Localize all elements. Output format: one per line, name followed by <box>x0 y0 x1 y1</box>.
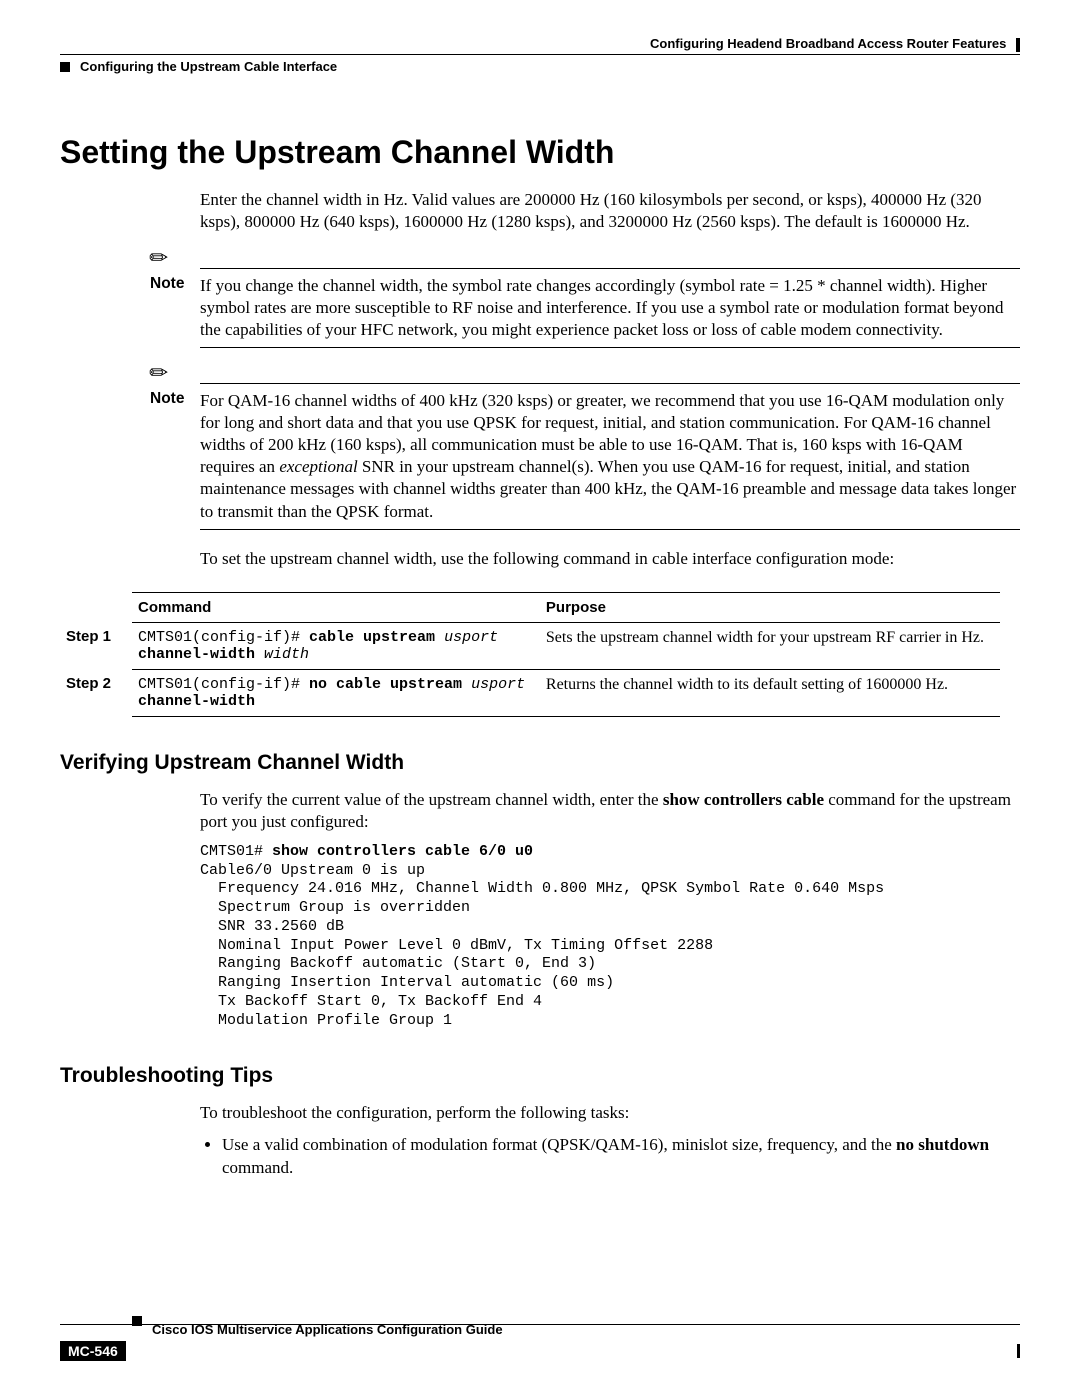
pencil-icon: ✎ <box>145 359 174 388</box>
purpose-cell: Returns the channel width to its default… <box>540 669 1000 716</box>
step-label: Step 2 <box>60 669 132 716</box>
page-number: MC-546 <box>60 1341 126 1361</box>
header-rule-mark <box>1016 38 1020 52</box>
running-header-left: Configuring the Upstream Cable Interface <box>60 59 1020 74</box>
note-label: Note <box>150 275 200 341</box>
header-square-icon <box>60 62 70 72</box>
purpose-cell: Sets the upstream channel width for your… <box>540 622 1000 669</box>
footer-rule-mark <box>1017 1344 1020 1358</box>
command-cell: CMTS01(config-if)# no cable upstream usp… <box>132 669 540 716</box>
verify-heading: Verifying Upstream Channel Width <box>60 751 1020 775</box>
pencil-icon: ✎ <box>145 243 174 272</box>
verify-intro: To verify the current value of the upstr… <box>200 789 1020 833</box>
running-header-right: Configuring Headend Broadband Access Rou… <box>60 36 1020 52</box>
command-table: Command Purpose Step 1 CMTS01(config-if)… <box>60 592 1000 717</box>
step-label: Step 1 <box>60 622 132 669</box>
troubleshoot-intro: To troubleshoot the configuration, perfo… <box>200 1102 1020 1124</box>
table-row: Step 1 CMTS01(config-if)# cable upstream… <box>60 622 1000 669</box>
troubleshoot-list: Use a valid combination of modulation fo… <box>200 1134 1020 1180</box>
subsection-title: Configuring the Upstream Cable Interface <box>80 59 337 74</box>
page-footer: Cisco IOS Multiservice Applications Conf… <box>60 1324 1020 1361</box>
note-1: ✎ Note If you change the channel width, … <box>150 247 1020 348</box>
header-rule <box>60 54 1020 55</box>
list-item: Use a valid combination of modulation fo… <box>222 1134 1020 1180</box>
intro-text: Enter the channel width in Hz. Valid val… <box>200 189 1020 233</box>
page: Configuring Headend Broadband Access Rou… <box>0 0 1080 1397</box>
col-purpose: Purpose <box>540 592 1000 622</box>
note-2: ✎ Note For QAM-16 channel widths of 400 … <box>150 362 1020 530</box>
chapter-title: Configuring Headend Broadband Access Rou… <box>650 36 1006 51</box>
lead-in: To set the upstream channel width, use t… <box>200 548 1020 570</box>
section-heading: Setting the Upstream Channel Width <box>60 134 1020 171</box>
note-label: Note <box>150 390 200 523</box>
troubleshoot-heading: Troubleshooting Tips <box>60 1064 1020 1088</box>
col-command: Command <box>132 592 540 622</box>
footer-square-icon <box>132 1316 142 1326</box>
command-cell: CMTS01(config-if)# cable upstream usport… <box>132 622 540 669</box>
intro-paragraph: Enter the channel width in Hz. Valid val… <box>200 189 1020 233</box>
lead-in-text: To set the upstream channel width, use t… <box>200 548 1020 570</box>
note-1-text: If you change the channel width, the sym… <box>200 275 1020 341</box>
note-2-text: For QAM-16 channel widths of 400 kHz (32… <box>200 390 1020 523</box>
cli-output: CMTS01# show controllers cable 6/0 u0 Ca… <box>200 843 1020 1031</box>
table-row: Step 2 CMTS01(config-if)# no cable upstr… <box>60 669 1000 716</box>
